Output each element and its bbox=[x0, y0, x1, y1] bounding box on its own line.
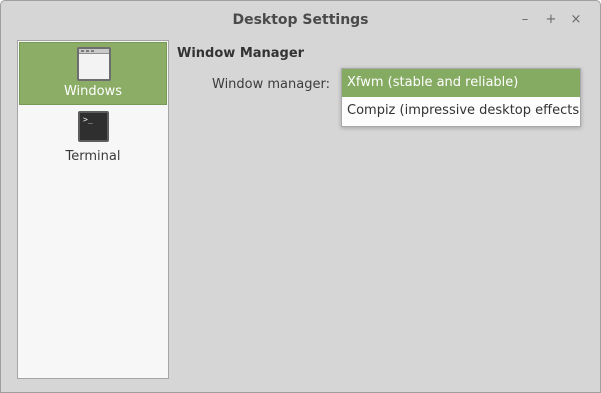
terminal-prompt-glyph: >_ bbox=[83, 115, 93, 124]
dropdown-option-compiz[interactable]: Compiz (impressive desktop effects) bbox=[342, 97, 580, 125]
terminal-icon: >_ bbox=[78, 111, 109, 142]
maximize-icon[interactable]: + bbox=[544, 12, 558, 28]
sidebar-item-terminal[interactable]: >_ Terminal bbox=[19, 108, 167, 171]
sidebar-item-label: Terminal bbox=[65, 149, 121, 164]
window-icon bbox=[77, 47, 111, 81]
window-title: Desktop Settings bbox=[232, 12, 369, 28]
settings-sidebar: Windows >_ Terminal bbox=[17, 40, 169, 379]
close-icon[interactable]: × bbox=[569, 12, 583, 28]
minimize-icon[interactable]: – bbox=[518, 12, 532, 28]
title-bar[interactable]: Desktop Settings – + × bbox=[1, 1, 600, 39]
sidebar-item-label: Windows bbox=[63, 84, 123, 99]
desktop-settings-window: Desktop Settings – + × Windows >_ Termin… bbox=[0, 0, 601, 393]
sidebar-item-windows[interactable]: Windows bbox=[19, 42, 167, 105]
window-manager-dropdown[interactable]: Xfwm (stable and reliable) Compiz (impre… bbox=[341, 68, 581, 127]
section-title: Window Manager bbox=[177, 46, 305, 61]
window-manager-label: Window manager: bbox=[212, 77, 330, 92]
dropdown-option-xfwm[interactable]: Xfwm (stable and reliable) bbox=[342, 69, 580, 97]
